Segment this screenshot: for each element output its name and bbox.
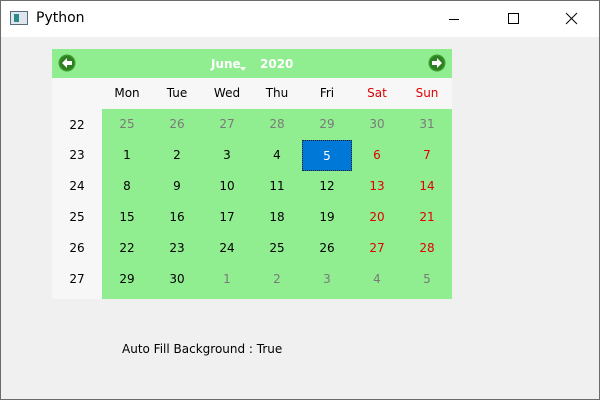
day-cell[interactable]: 3	[302, 264, 352, 295]
day-cell[interactable]: 4	[252, 140, 302, 171]
day-cell[interactable]: 10	[202, 171, 252, 202]
day-cell[interactable]: 30	[152, 264, 202, 295]
weekday-header-tue: Tue	[166, 86, 188, 100]
day-cell[interactable]: 14	[402, 171, 452, 202]
weekday-header-thu: Thu	[265, 86, 289, 100]
minimize-button[interactable]	[431, 1, 477, 37]
day-cell[interactable]: 9	[152, 171, 202, 202]
day-cell[interactable]: 16	[152, 202, 202, 233]
auto-fill-label: Auto Fill Background : True	[122, 342, 283, 356]
day-cell[interactable]: 15	[102, 202, 152, 233]
maximize-icon	[508, 13, 519, 24]
year-selector[interactable]: 2020	[260, 57, 293, 71]
window-title: Python	[36, 10, 85, 26]
day-cell[interactable]: 3	[202, 140, 252, 171]
close-icon	[565, 12, 578, 25]
app-window: Python June 2020 Mon Tue Wed Thu Fri Sat…	[0, 0, 600, 400]
week-number: 22	[69, 118, 85, 132]
week-number: 24	[69, 179, 85, 193]
week-number: 27	[69, 272, 85, 286]
month-dropdown-arrow-icon[interactable]	[240, 67, 246, 71]
calendar-navigation-bar: June 2020	[52, 49, 452, 78]
right-arrow-circle-icon	[428, 54, 446, 72]
day-cell[interactable]: 29	[302, 109, 352, 140]
day-cell[interactable]: 25	[102, 109, 152, 140]
day-cell[interactable]: 4	[352, 264, 402, 295]
weekday-header-mon: Mon	[114, 86, 140, 100]
day-cell[interactable]: 8	[102, 171, 152, 202]
day-cell[interactable]: 1	[102, 140, 152, 171]
day-cell-selected[interactable]: 5	[302, 140, 352, 171]
week-number: 26	[69, 241, 85, 255]
weekday-header-fri: Fri	[319, 86, 335, 100]
day-cell[interactable]: 12	[302, 171, 352, 202]
day-cell[interactable]: 21	[402, 202, 452, 233]
day-cell[interactable]: 6	[352, 140, 402, 171]
day-cell[interactable]: 30	[352, 109, 402, 140]
day-cell[interactable]: 26	[152, 109, 202, 140]
weekday-header-sat: Sat	[367, 86, 387, 100]
maximize-button[interactable]	[490, 1, 536, 37]
day-cell[interactable]: 17	[202, 202, 252, 233]
left-arrow-circle-icon	[58, 54, 76, 72]
day-cell[interactable]: 31	[402, 109, 452, 140]
month-selector[interactable]: June	[211, 57, 241, 71]
day-cell[interactable]: 25	[252, 233, 302, 264]
day-cell[interactable]: 27	[352, 233, 402, 264]
previous-month-button[interactable]	[58, 54, 76, 72]
day-cell[interactable]: 5	[402, 264, 452, 295]
week-number: 23	[69, 148, 85, 162]
weekday-header-wed: Wed	[213, 86, 241, 100]
day-cell[interactable]: 19	[302, 202, 352, 233]
calendar-widget[interactable]: June 2020 Mon Tue Wed Thu Fri Sat Sun 22 25 26 27 2…	[52, 49, 452, 299]
day-cell[interactable]: 26	[302, 233, 352, 264]
day-cell[interactable]: 18	[252, 202, 302, 233]
next-month-button[interactable]	[428, 54, 446, 72]
close-button[interactable]	[549, 1, 595, 37]
day-cell[interactable]: 23	[152, 233, 202, 264]
day-cell[interactable]: 28	[252, 109, 302, 140]
day-cell[interactable]: 20	[352, 202, 402, 233]
day-cell[interactable]: 13	[352, 171, 402, 202]
day-cell[interactable]: 22	[102, 233, 152, 264]
day-cell[interactable]: 11	[252, 171, 302, 202]
day-cell[interactable]: 24	[202, 233, 252, 264]
day-cell[interactable]: 1	[202, 264, 252, 295]
minimize-icon	[449, 19, 459, 20]
title-bar[interactable]: Python	[1, 1, 599, 37]
day-cell[interactable]: 29	[102, 264, 152, 295]
day-cell[interactable]: 27	[202, 109, 252, 140]
day-cell[interactable]: 7	[402, 140, 452, 171]
day-cell[interactable]: 28	[402, 233, 452, 264]
day-cell[interactable]: 2	[152, 140, 202, 171]
python-window-icon	[10, 11, 28, 25]
week-number: 25	[69, 210, 85, 224]
weekday-header-sun: Sun	[415, 86, 439, 100]
day-cell[interactable]: 2	[252, 264, 302, 295]
